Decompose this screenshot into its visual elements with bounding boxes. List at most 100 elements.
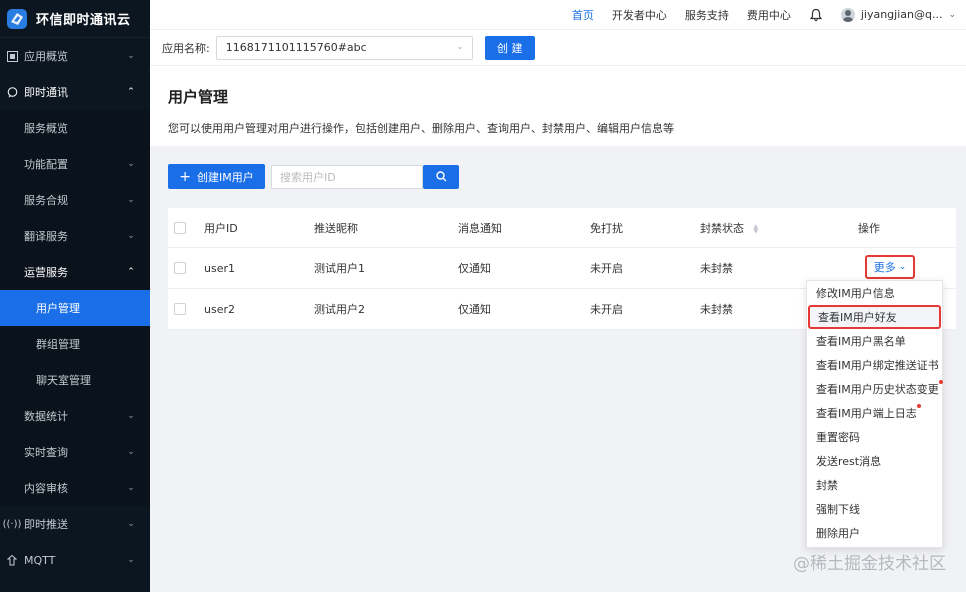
sidebar-item-operations[interactable]: 运营服务 ⌃ — [0, 254, 150, 290]
search-icon — [435, 171, 446, 182]
create-im-user-label: 创建IM用户 — [196, 170, 254, 184]
select-all-checkbox[interactable] — [174, 221, 186, 234]
chat-icon — [6, 86, 18, 98]
menu-item-view-status-history[interactable]: 查看IM用户历史状态变更 — [807, 377, 943, 401]
search-user-input[interactable]: 搜索用户ID — [271, 164, 423, 189]
sidebar-item-label: 聊天室管理 — [36, 374, 91, 387]
bell-icon[interactable] — [809, 8, 823, 22]
sidebar-item-label: 内容审核 — [24, 482, 68, 495]
sidebar-item-content-review[interactable]: 内容审核 ⌄ — [0, 470, 150, 506]
menu-item-label: 查看IM用户端上日志 — [816, 404, 921, 420]
row-checkbox[interactable] — [174, 262, 186, 274]
sort-icon[interactable]: ▲ ▼ — [754, 223, 759, 234]
brand-logo[interactable]: 环信即时通讯云 — [0, 0, 150, 38]
app-selector-bar: 应用名称: 1168171101115760#abc ⌄ 创 建 — [150, 30, 966, 66]
create-app-button[interactable]: 创 建 — [484, 35, 535, 60]
menu-item-view-blacklist[interactable]: 查看IM用户黑名单 — [807, 329, 942, 353]
sidebar-item-label: 翻译服务 — [24, 230, 68, 243]
table-toolbar: + 创建IM用户 搜索用户ID — [168, 164, 459, 189]
sidebar-item-compliance[interactable]: 服务合规 ⌄ — [0, 182, 150, 218]
sidebar-item-feature-config[interactable]: 功能配置 ⌄ — [0, 146, 150, 182]
sidebar-item-label: 功能配置 — [24, 158, 68, 171]
ban-status-header[interactable]: 封禁状态 ▲ ▼ — [700, 220, 758, 236]
sidebar-item-im[interactable]: 即时通讯 ⌃ — [0, 74, 150, 110]
sidebar-item-translation[interactable]: 翻译服务 ⌄ — [0, 218, 150, 254]
column-header: 用户ID — [204, 221, 238, 235]
chevron-down-icon: ⌄ — [456, 41, 464, 52]
sidebar-item-label: 数据统计 — [24, 410, 68, 423]
sidebar-item-group-management[interactable]: 群组管理 — [0, 326, 150, 362]
sidebar-item-label: 运营服务 — [24, 266, 68, 279]
sidebar-item-user-management[interactable]: 用户管理 — [0, 290, 150, 326]
sidebar-item-label: 服务合规 — [24, 194, 68, 207]
chevron-down-icon: ⌄ — [127, 159, 135, 169]
row-checkbox[interactable] — [174, 303, 186, 315]
menu-item-view-friends[interactable]: 查看IM用户好友 — [808, 305, 941, 329]
chevron-up-icon: ⌃ — [127, 267, 135, 277]
nav-link-home[interactable]: 首页 — [572, 7, 594, 23]
nav-link-billing[interactable]: 费用中心 — [747, 7, 791, 23]
chevron-down-icon: ⌄ — [127, 483, 135, 493]
sidebar-item-label: 服务概览 — [24, 122, 68, 135]
mqtt-icon — [6, 554, 18, 566]
chevron-down-icon: ⌄ — [127, 555, 135, 565]
search-placeholder: 搜索用户ID — [280, 170, 336, 184]
menu-item-send-rest-message[interactable]: 发送rest消息 — [807, 449, 942, 473]
sidebar-item-label: 即时推送 — [24, 518, 68, 531]
user-menu[interactable]: jiyangjian@q... ⌄ — [840, 7, 956, 22]
top-navigation: 首页 开发者中心 服务支持 费用中心 jiyangjian@q... ⌄ — [150, 0, 966, 30]
more-actions-button[interactable]: 更多 ⌄ — [865, 255, 915, 279]
create-im-user-button[interactable]: + 创建IM用户 — [168, 164, 265, 189]
app-select-value: 1168171101115760#abc — [225, 41, 367, 54]
brand-name: 环信即时通讯云 — [36, 13, 131, 28]
menu-item-view-client-logs[interactable]: 查看IM用户端上日志 — [807, 401, 942, 425]
sidebar-item-chatroom-management[interactable]: 聊天室管理 — [0, 362, 150, 398]
menu-item-force-logout[interactable]: 强制下线 — [807, 497, 942, 521]
column-header: 操作 — [858, 221, 880, 235]
sidebar: 环信即时通讯云 应用概览 ⌄ 即时通讯 ⌃ 服务概览 功能配置 ⌄ 服务合规 ⌄… — [0, 0, 150, 592]
chevron-down-icon: ⌄ — [127, 519, 135, 529]
sidebar-item-push[interactable]: ((·)) 即时推送 ⌄ — [0, 506, 150, 542]
nickname-cell: 测试用户2 — [314, 303, 365, 316]
sidebar-item-realtime-query[interactable]: 实时查询 ⌄ — [0, 434, 150, 470]
more-label: 更多 — [873, 261, 896, 274]
user-email: jiyangjian@q... — [860, 8, 943, 21]
column-header: 封禁状态 — [700, 221, 744, 235]
sidebar-item-mqtt[interactable]: MQTT ⌄ — [0, 542, 150, 578]
table-header-row: 用户ID 推送昵称 消息通知 免打扰 封禁状态 ▲ ▼ 操作 — [168, 208, 956, 248]
nav-link-support[interactable]: 服务支持 — [685, 7, 729, 23]
sidebar-item-statistics[interactable]: 数据统计 ⌄ — [0, 398, 150, 434]
column-header: 推送昵称 — [314, 221, 358, 235]
sidebar-item-label: 实时查询 — [24, 446, 68, 459]
sidebar-item-app-overview[interactable]: 应用概览 ⌄ — [0, 38, 150, 74]
ban-status-cell: 未封禁 — [700, 262, 733, 275]
ban-status-cell: 未封禁 — [700, 303, 733, 316]
user-id-cell: user1 — [204, 261, 235, 275]
chevron-down-icon: ⌄ — [898, 262, 907, 272]
nav-link-developer[interactable]: 开发者中心 — [612, 7, 667, 23]
more-actions-menu: 修改IM用户信息 查看IM用户好友 查看IM用户黑名单 查看IM用户绑定推送证书… — [806, 280, 943, 548]
menu-item-delete-user[interactable]: 删除用户 — [807, 521, 942, 545]
menu-item-reset-password[interactable]: 重置密码 — [807, 425, 942, 449]
chevron-down-icon: ⌄ — [127, 51, 135, 61]
chevron-down-icon: ⌄ — [127, 231, 135, 241]
avatar — [840, 7, 855, 22]
sidebar-item-label: MQTT — [24, 553, 56, 567]
app-select[interactable]: 1168171101115760#abc ⌄ — [215, 35, 473, 60]
sidebar-item-label: 用户管理 — [36, 302, 80, 315]
overview-icon — [6, 50, 18, 62]
sidebar-item-service-overview[interactable]: 服务概览 — [0, 110, 150, 146]
chevron-down-icon: ⌄ — [127, 195, 135, 205]
dnd-cell: 未开启 — [590, 303, 623, 316]
nickname-cell: 测试用户1 — [314, 262, 365, 275]
menu-item-label: 查看IM用户历史状态变更 — [816, 380, 943, 396]
menu-item-view-push-cert[interactable]: 查看IM用户绑定推送证书 — [807, 353, 942, 377]
search-button[interactable] — [423, 164, 459, 189]
brand-logo-icon — [7, 8, 27, 29]
chevron-down-icon: ⌄ — [948, 9, 956, 20]
menu-item-edit-user[interactable]: 修改IM用户信息 — [807, 281, 942, 305]
column-header: 消息通知 — [458, 221, 502, 235]
dnd-cell: 未开启 — [590, 262, 623, 275]
page-title: 用户管理 — [168, 88, 229, 106]
menu-item-ban[interactable]: 封禁 — [807, 473, 942, 497]
